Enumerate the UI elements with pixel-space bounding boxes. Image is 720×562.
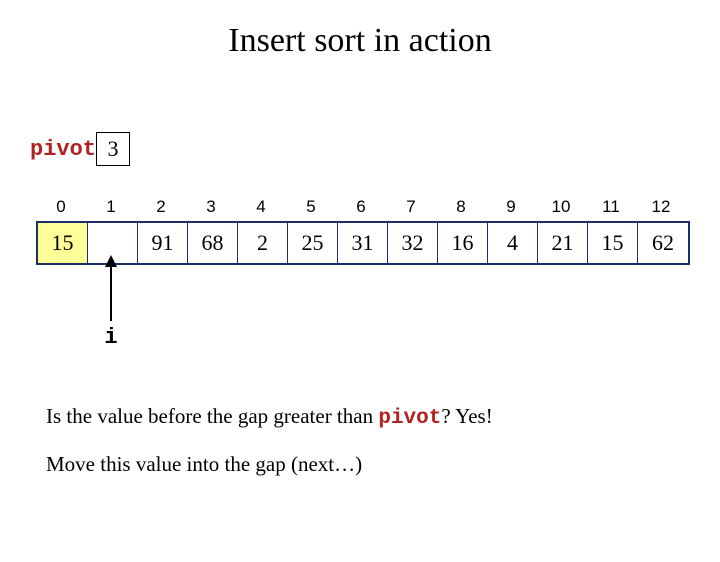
pivot-value-box: 3 — [96, 132, 130, 166]
array-cell: 15 — [588, 223, 638, 263]
array-diagram: 0123456789101112 1591682253132164211562 … — [36, 197, 690, 265]
index-label: 2 — [136, 197, 186, 221]
pivot-label: pivot — [30, 137, 96, 162]
array-cell: 2 — [238, 223, 288, 263]
pivot-display: pivot 3 — [30, 132, 130, 166]
question-suffix: ? Yes! — [441, 404, 492, 428]
index-label: 5 — [286, 197, 336, 221]
index-label: 4 — [236, 197, 286, 221]
index-label: 12 — [636, 197, 686, 221]
question-prefix: Is the value before the gap greater than — [46, 404, 378, 428]
instruction-line: Move this value into the gap (next…) — [46, 452, 362, 477]
page-title: Insert sort in action — [0, 22, 720, 60]
array-cell: 31 — [338, 223, 388, 263]
array-cell: 16 — [438, 223, 488, 263]
index-label: 11 — [586, 197, 636, 221]
question-line: Is the value before the gap greater than… — [46, 404, 493, 430]
index-label: 3 — [186, 197, 236, 221]
index-label: 1 — [86, 197, 136, 221]
pointer-label: i — [104, 325, 117, 350]
index-row: 0123456789101112 — [36, 197, 690, 221]
index-label: 7 — [386, 197, 436, 221]
array-cell: 62 — [638, 223, 688, 263]
index-label: 9 — [486, 197, 536, 221]
index-label: 0 — [36, 197, 86, 221]
array-cell: 32 — [388, 223, 438, 263]
pivot-keyword: pivot — [378, 407, 441, 430]
index-label: 10 — [536, 197, 586, 221]
index-label: 8 — [436, 197, 486, 221]
array-cell: 21 — [538, 223, 588, 263]
array-cell: 68 — [188, 223, 238, 263]
array-cell: 4 — [488, 223, 538, 263]
array-cell: 25 — [288, 223, 338, 263]
i-pointer: i — [86, 249, 136, 350]
array-cell: 15 — [38, 223, 88, 263]
array-cell: 91 — [138, 223, 188, 263]
index-label: 6 — [336, 197, 386, 221]
arrow-up-icon — [105, 255, 117, 321]
